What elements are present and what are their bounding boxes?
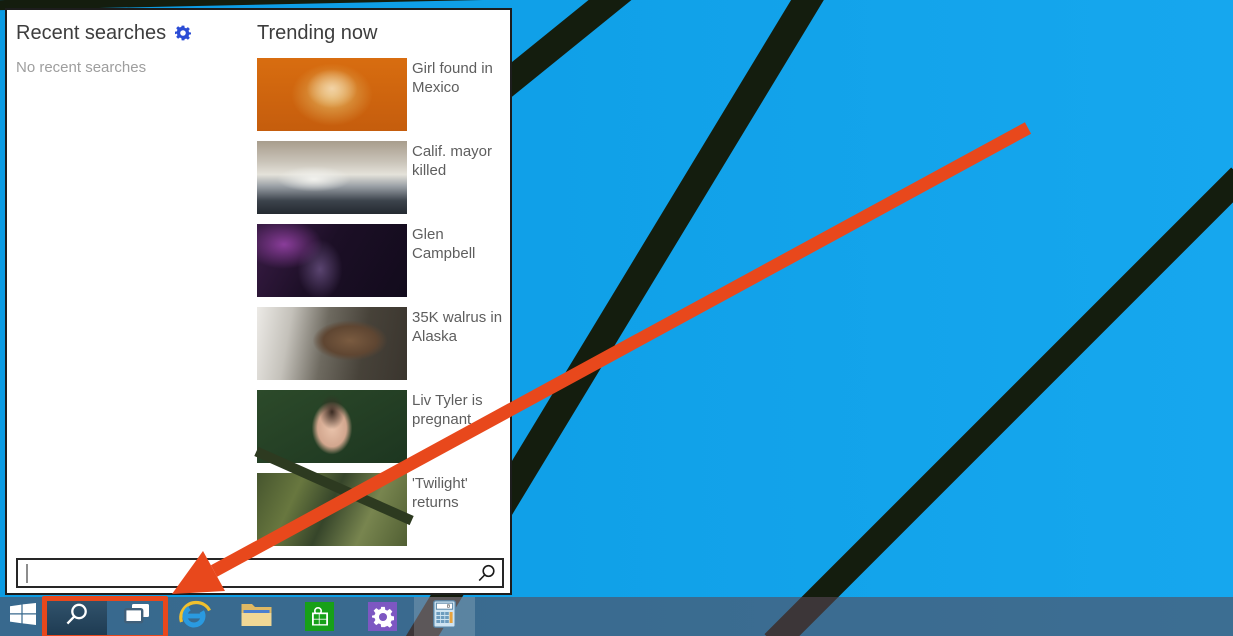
folder-icon [241,602,272,632]
search-panel: Recent searches No recent searches Trend… [5,8,512,595]
trending-item[interactable]: Glen Campbell [257,224,507,297]
trending-item[interactable]: 35K walrus in Alaska [257,307,507,380]
trending-thumbnail [257,473,407,546]
trending-thumbnail [257,58,407,131]
taskbar-search-button[interactable] [46,597,107,636]
trending-item[interactable]: 'Twilight' returns [257,473,507,546]
search-settings-gear-icon[interactable] [175,24,191,47]
trending-thumbnail [257,141,407,214]
shopping-bag-icon [305,602,334,631]
gear-icon [368,602,397,631]
taskbar: 0 1:59 10/1 [0,597,1233,636]
trending-now-title: Trending now [257,22,377,45]
trending-item-title: Liv Tyler is pregnant [412,391,506,429]
calculator-button[interactable]: 0 [414,597,475,636]
no-recent-searches-text: No recent searches [16,59,146,76]
settings-button[interactable] [352,597,413,636]
text-caret [26,564,28,583]
desktop: Recent searches No recent searches Trend… [0,0,1233,636]
trending-item-title: Girl found in Mexico [412,59,506,97]
trending-item-title: 35K walrus in Alaska [412,308,506,346]
trending-item[interactable]: Liv Tyler is pregnant [257,390,507,463]
search-input[interactable] [16,558,504,588]
trending-thumbnail [257,224,407,297]
calculator-icon: 0 [433,600,456,633]
ie-e-icon [177,598,211,635]
internet-explorer-button[interactable] [164,597,224,636]
wallpaper-beam [764,167,1233,636]
windows-flag-icon [10,603,36,630]
trending-thumbnail [257,307,407,380]
magnifier-icon [64,602,89,632]
magnifier-icon[interactable] [477,564,496,588]
trending-item-title: Glen Campbell [412,225,506,263]
file-explorer-button[interactable] [226,597,287,636]
trending-item-title: Calif. mayor killed [412,142,506,180]
start-button[interactable] [0,597,45,636]
recent-searches-title: Recent searches [16,22,191,47]
trending-item[interactable]: Calif. mayor killed [257,141,507,214]
trending-thumbnail [257,390,407,463]
store-button[interactable] [289,597,350,636]
recent-searches-label: Recent searches [16,22,166,44]
task-view-button[interactable] [108,597,166,636]
svg-text:0: 0 [447,604,450,610]
stacked-windows-icon [124,603,150,630]
trending-item[interactable]: Girl found in Mexico [257,58,507,131]
trending-item-title: 'Twilight' returns [412,474,506,512]
